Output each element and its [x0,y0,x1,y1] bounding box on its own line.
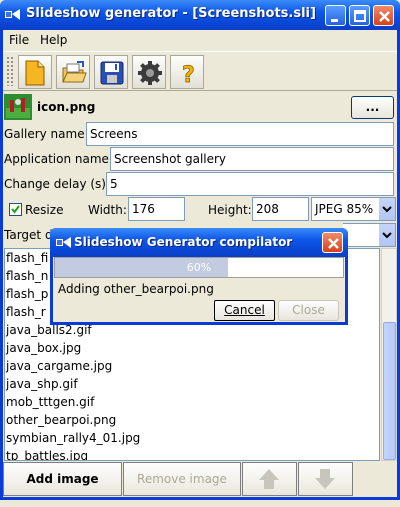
move-up-button[interactable] [242,462,297,496]
height-label: Height: [208,203,252,217]
dialog-close-button[interactable] [322,232,343,253]
width-label: Width: [88,203,127,217]
format-value: JPEG 85% [315,202,374,216]
progress-status: Adding other_bearpoi.png [58,282,214,296]
open-folder-icon [62,61,87,83]
dialog-close-text-button[interactable]: Close [278,300,339,321]
svg-text:?: ? [182,63,195,86]
scrollbar-thumb[interactable] [383,322,396,460]
list-item[interactable]: symbian_rally4_01.jpg [5,429,379,447]
resize-label: Resize [25,203,64,217]
help-button[interactable]: ? [170,55,204,89]
width-input[interactable]: 176 [128,197,185,221]
menu-file[interactable]: File [9,33,29,47]
window-title: Slideshow generator - [Screenshots.sli] [26,6,316,21]
move-down-button[interactable] [298,462,353,496]
settings-gear-icon [138,61,162,85]
list-item[interactable]: other_bearpoi.png [5,411,379,429]
resize-row: Resize Width: 176 Height: 208 JPEG 85% [3,197,397,223]
open-button[interactable] [56,55,90,89]
close-icon [379,11,390,22]
help-question-icon: ? [182,63,196,86]
chevron-down-icon [382,206,392,213]
icon-filename: icon.png [37,100,96,114]
list-item[interactable]: java_shp.gif [5,375,379,393]
target-label: Target d [4,228,53,242]
chevron-down-icon [382,232,392,239]
cancel-button[interactable]: Cancel [214,300,275,321]
gallery-name-input[interactable]: Screens [86,122,394,146]
toolbar-grip[interactable] [6,56,14,86]
remove-image-button[interactable]: Remove image [123,462,241,496]
save-button[interactable] [94,55,128,89]
height-input[interactable]: 208 [252,197,309,221]
resize-checkbox[interactable] [9,203,22,216]
list-item[interactable]: mob_tttgen.gif [5,393,379,411]
bottom-button-bar: Add image Remove image [3,462,397,496]
change-delay-input[interactable]: 5 [106,172,394,196]
change-delay-row: Change delay (s): 5 [3,172,397,197]
minimize-button[interactable] [325,5,346,26]
maximize-button[interactable] [349,5,370,26]
list-item[interactable]: java_cargame.jpg [5,357,379,375]
maximize-icon [354,10,366,22]
close-icon [328,238,339,249]
main-window: Slideshow generator - [Screenshots.sli] … [0,0,400,500]
toolbar: ? [3,51,397,91]
icon-row: icon.png ... [3,93,397,121]
checkmark-icon [11,205,20,214]
dialog-title: Slideshow Generator compilator [74,235,293,249]
browse-icon-button[interactable]: ... [351,96,394,119]
new-button[interactable] [18,55,52,89]
change-delay-label: Change delay (s): [4,177,111,191]
add-image-button[interactable]: Add image [3,462,122,496]
target-select[interactable] [343,223,396,247]
application-name-row: Application name: Screenshot gallery [3,147,397,172]
title-bar[interactable]: Slideshow generator - [Screenshots.sli] [0,0,400,30]
list-item[interactable]: tp_battles.jpg [5,447,379,460]
app-icon [56,237,71,248]
gallery-name-label: Gallery name: [4,127,89,141]
list-scrollbar[interactable] [381,248,397,461]
application-name-label: Application name: [4,152,113,166]
progress-percent: 60% [186,261,212,274]
settings-button[interactable] [132,55,166,89]
arrow-up-icon [259,469,279,489]
menu-help[interactable]: Help [40,33,67,47]
gallery-name-row: Gallery name: Screens [3,122,397,147]
application-name-input[interactable]: Screenshot gallery [110,147,394,171]
menu-bar: File Help [3,30,397,51]
list-item[interactable]: java_box.jpg [5,339,379,357]
compiler-dialog: Slideshow Generator compilator 60% Addin… [50,228,348,325]
app-icon [5,9,20,20]
new-document-icon [25,60,45,86]
target-dropdown-arrow[interactable] [378,224,395,246]
dialog-body: 60% Adding other_bearpoi.png Cancel Clos… [53,257,345,322]
save-disk-icon [100,61,124,85]
close-button[interactable] [373,5,394,26]
format-dropdown-arrow[interactable] [378,198,395,220]
arrow-down-icon [315,469,335,489]
progress-bar: 60% [54,257,344,278]
format-select[interactable]: JPEG 85% [311,197,396,221]
minimize-icon [331,19,338,22]
icon-preview-thumbnail [4,94,32,120]
dialog-title-bar[interactable]: Slideshow Generator compilator [50,228,348,257]
